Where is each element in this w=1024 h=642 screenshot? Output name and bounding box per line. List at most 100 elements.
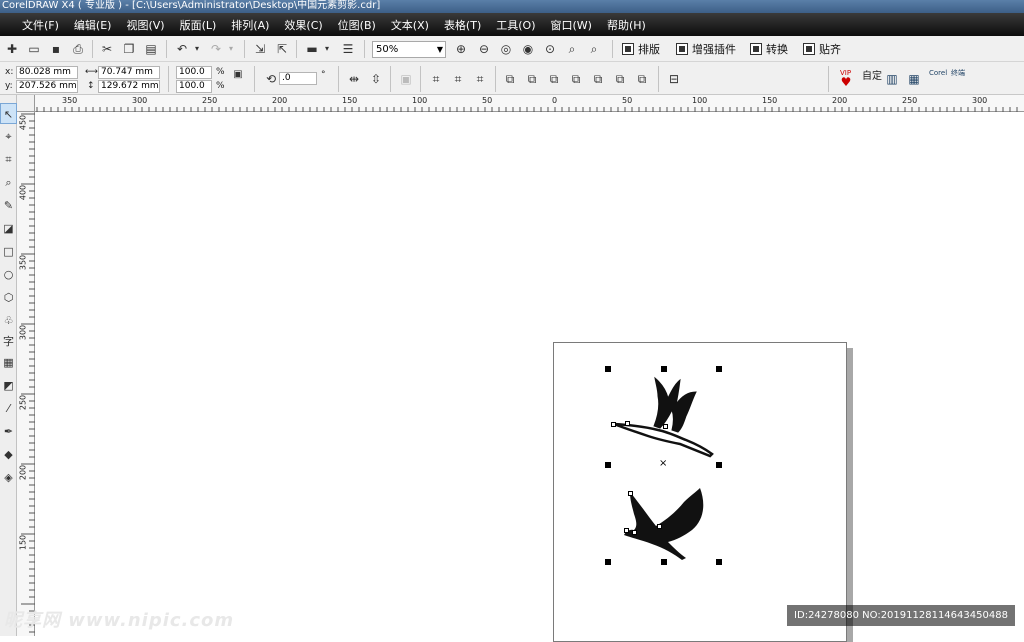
save-icon[interactable]: ▪ (48, 41, 64, 57)
ungroup-all-icon[interactable]: ⌗ (472, 71, 488, 87)
menu-window[interactable]: 窗口(W) (551, 17, 592, 33)
zoom-all-objects-icon[interactable]: ◉ (520, 41, 536, 57)
rectangle-tool-icon[interactable]: □ (0, 241, 17, 262)
freehand-tool-icon[interactable]: ✎ (0, 195, 17, 216)
rotation-field[interactable]: .0 (279, 72, 317, 85)
menu-table[interactable]: 表格(T) (444, 17, 481, 33)
welcome-screen-icon[interactable]: ☰ (340, 41, 356, 57)
menu-view[interactable]: 视图(V) (126, 17, 164, 33)
crop-tool-icon[interactable]: ⌗ (0, 149, 17, 170)
pick-tool-icon[interactable]: ↖ (0, 103, 17, 124)
path-node[interactable] (625, 421, 630, 426)
import-icon[interactable]: ⇲ (252, 41, 268, 57)
extra-plugin-label[interactable]: 终端 (951, 68, 965, 79)
selection-handle-top-left[interactable] (605, 366, 611, 372)
ungroup-icon[interactable]: ⌗ (450, 71, 466, 87)
path-node[interactable] (632, 530, 637, 535)
zoom-page-height-icon[interactable]: ⌕ (586, 41, 602, 57)
corel-label[interactable]: Corel (929, 68, 947, 79)
paste-icon[interactable]: ▤ (143, 41, 159, 57)
height-field[interactable]: 129.672 mm (98, 80, 160, 93)
new-document-icon[interactable]: ✚ (4, 41, 20, 57)
fill-tool-icon[interactable]: ◆ (0, 444, 17, 465)
weld-icon[interactable]: ⧉ (524, 71, 540, 87)
outline-tool-icon[interactable]: ✒ (0, 421, 17, 442)
back-minus-front-icon[interactable]: ⧉ (634, 71, 650, 87)
simplify-icon[interactable]: ⧉ (590, 71, 606, 87)
interactive-blend-tool-icon[interactable]: ◩ (0, 375, 17, 396)
application-launcher-icon[interactable]: ▬ (304, 41, 320, 57)
path-node[interactable] (624, 528, 629, 533)
lock-ratio-icon[interactable]: ▣ (230, 67, 246, 83)
paiban-plugin-button[interactable]: 排版 (622, 39, 660, 59)
launcher-dropdown-icon[interactable]: ▾ (322, 41, 332, 57)
path-node[interactable] (611, 422, 616, 427)
cut-icon[interactable]: ✂ (99, 41, 115, 57)
qrcode-icon[interactable]: ▦ (906, 71, 922, 87)
undo-icon[interactable]: ↶ (174, 41, 190, 57)
selection-handle-bottom-center[interactable] (661, 559, 667, 565)
zoom-level-select[interactable]: 50% ▼ (372, 41, 446, 58)
wrap-text-icon[interactable]: ⊟ (666, 71, 682, 87)
front-minus-back-icon[interactable]: ⧉ (612, 71, 628, 87)
polygon-tool-icon[interactable]: ⬡ (0, 287, 17, 308)
width-field[interactable]: 70.747 mm (98, 66, 160, 79)
zoom-out-icon[interactable]: ⊖ (476, 41, 492, 57)
snap-plugin-button[interactable]: 贴齐 (803, 39, 841, 59)
path-node[interactable] (628, 491, 633, 496)
scale-y-field[interactable]: 100.0 (176, 80, 212, 93)
selection-handle-top-center[interactable] (661, 366, 667, 372)
drawing-canvas[interactable] (35, 112, 1024, 636)
convert-plugin-button[interactable]: 转换 (750, 39, 788, 59)
enhance-plugin-button[interactable]: 增强插件 (676, 39, 736, 59)
basic-shapes-tool-icon[interactable]: ♧ (0, 310, 17, 331)
selection-handle-bottom-left[interactable] (605, 559, 611, 565)
auto-close-icon[interactable]: ▣ (398, 71, 414, 87)
ellipse-tool-icon[interactable]: ○ (0, 264, 17, 285)
y-position-field[interactable]: 207.526 mm (16, 80, 78, 93)
trim-icon[interactable]: ⧉ (546, 71, 562, 87)
zoom-in-icon[interactable]: ⊕ (453, 41, 469, 57)
redo-dropdown-icon[interactable]: ▾ (226, 41, 236, 57)
horizontal-ruler[interactable]: 350 300 250 200 150 100 50 0 50 100 150 200 250 300 (35, 95, 1024, 112)
vip-heart-icon[interactable]: ♥ (838, 74, 854, 90)
menu-arrange[interactable]: 排列(A) (231, 17, 269, 33)
interactive-fill-tool-icon[interactable]: ◈ (0, 467, 17, 488)
zoom-tool-icon[interactable]: ⌕ (0, 172, 17, 193)
zoom-page-icon[interactable]: ⊙ (542, 41, 558, 57)
menu-help[interactable]: 帮助(H) (607, 17, 646, 33)
scale-x-field[interactable]: 100.0 (176, 66, 212, 79)
intersect-icon[interactable]: ⧉ (568, 71, 584, 87)
print-icon[interactable]: ⎙ (70, 41, 86, 57)
selection-handle-bottom-right[interactable] (716, 559, 722, 565)
mirror-vertical-icon[interactable]: ⇳ (368, 71, 384, 87)
custom-button[interactable]: 自定 (862, 71, 882, 82)
copy-icon[interactable]: ❐ (121, 41, 137, 57)
x-position-field[interactable]: 80.028 mm (16, 66, 78, 79)
undo-dropdown-icon[interactable]: ▾ (192, 41, 202, 57)
menu-edit[interactable]: 编辑(E) (74, 17, 112, 33)
menu-bitmaps[interactable]: 位图(B) (338, 17, 376, 33)
menu-effects[interactable]: 效果(C) (284, 17, 322, 33)
text-tool-icon[interactable]: 字 (0, 331, 17, 352)
path-node[interactable] (657, 524, 662, 529)
combine-icon[interactable]: ⧉ (502, 71, 518, 87)
table-tool-icon[interactable]: ▦ (0, 352, 17, 373)
selection-handle-middle-right[interactable] (716, 462, 722, 468)
selection-handle-top-right[interactable] (716, 366, 722, 372)
selection-center-mark[interactable]: × (659, 458, 667, 470)
eyedropper-tool-icon[interactable]: ⁄ (0, 398, 17, 419)
open-icon[interactable]: ▭ (26, 41, 42, 57)
menu-file[interactable]: 文件(F) (22, 17, 59, 33)
ruler-corner[interactable] (17, 95, 35, 112)
menu-tools[interactable]: 工具(O) (496, 17, 535, 33)
group-icon[interactable]: ⌗ (428, 71, 444, 87)
path-node[interactable] (663, 424, 668, 429)
selection-handle-middle-left[interactable] (605, 462, 611, 468)
zoom-selected-icon[interactable]: ◎ (498, 41, 514, 57)
barcode-icon[interactable]: ▥ (884, 71, 900, 87)
vertical-ruler[interactable]: 450 400 350 300 250 200 150 (17, 112, 35, 636)
export-icon[interactable]: ⇱ (274, 41, 290, 57)
mirror-horizontal-icon[interactable]: ⇹ (346, 71, 362, 87)
shape-tool-icon[interactable]: ⌖ (0, 126, 17, 147)
